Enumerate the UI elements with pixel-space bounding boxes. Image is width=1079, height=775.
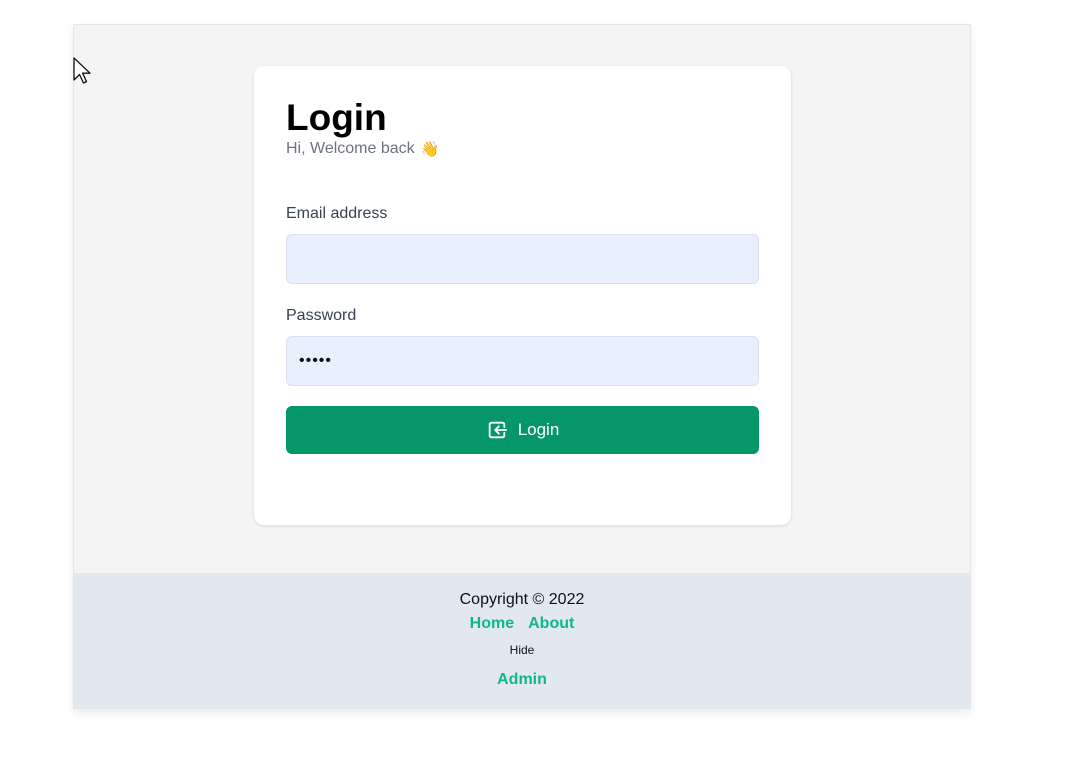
password-label: Password <box>286 307 357 324</box>
subtitle-text: Hi, Welcome back <box>286 140 415 157</box>
email-label: Email address <box>286 205 388 222</box>
email-input[interactable] <box>286 234 759 284</box>
hide-toggle[interactable]: Hide <box>74 643 970 657</box>
password-input[interactable] <box>286 336 759 386</box>
login-card: Login Hi, Welcome back 👋 Email address P… <box>254 66 791 525</box>
admin-link-wrap: Admin <box>74 671 970 689</box>
login-icon <box>486 419 508 441</box>
page-title: Login <box>286 97 387 138</box>
copyright-text: Copyright © 2022 <box>459 591 585 608</box>
wave-icon: 👋 <box>420 141 440 158</box>
footer: Copyright © 2022 Home About Hide Admin <box>74 573 970 709</box>
app-frame: Login Hi, Welcome back 👋 Email address P… <box>73 24 971 709</box>
login-button-label: Login <box>517 420 560 439</box>
footer-link-home[interactable]: Home <box>470 615 514 633</box>
footer-link-about[interactable]: About <box>528 615 574 633</box>
footer-links: Home About <box>74 615 970 633</box>
footer-link-admin[interactable]: Admin <box>497 671 547 689</box>
login-button[interactable]: Login <box>286 406 759 454</box>
mouse-cursor-icon <box>73 57 93 90</box>
welcome-subtitle: Hi, Welcome back 👋 <box>286 140 439 158</box>
